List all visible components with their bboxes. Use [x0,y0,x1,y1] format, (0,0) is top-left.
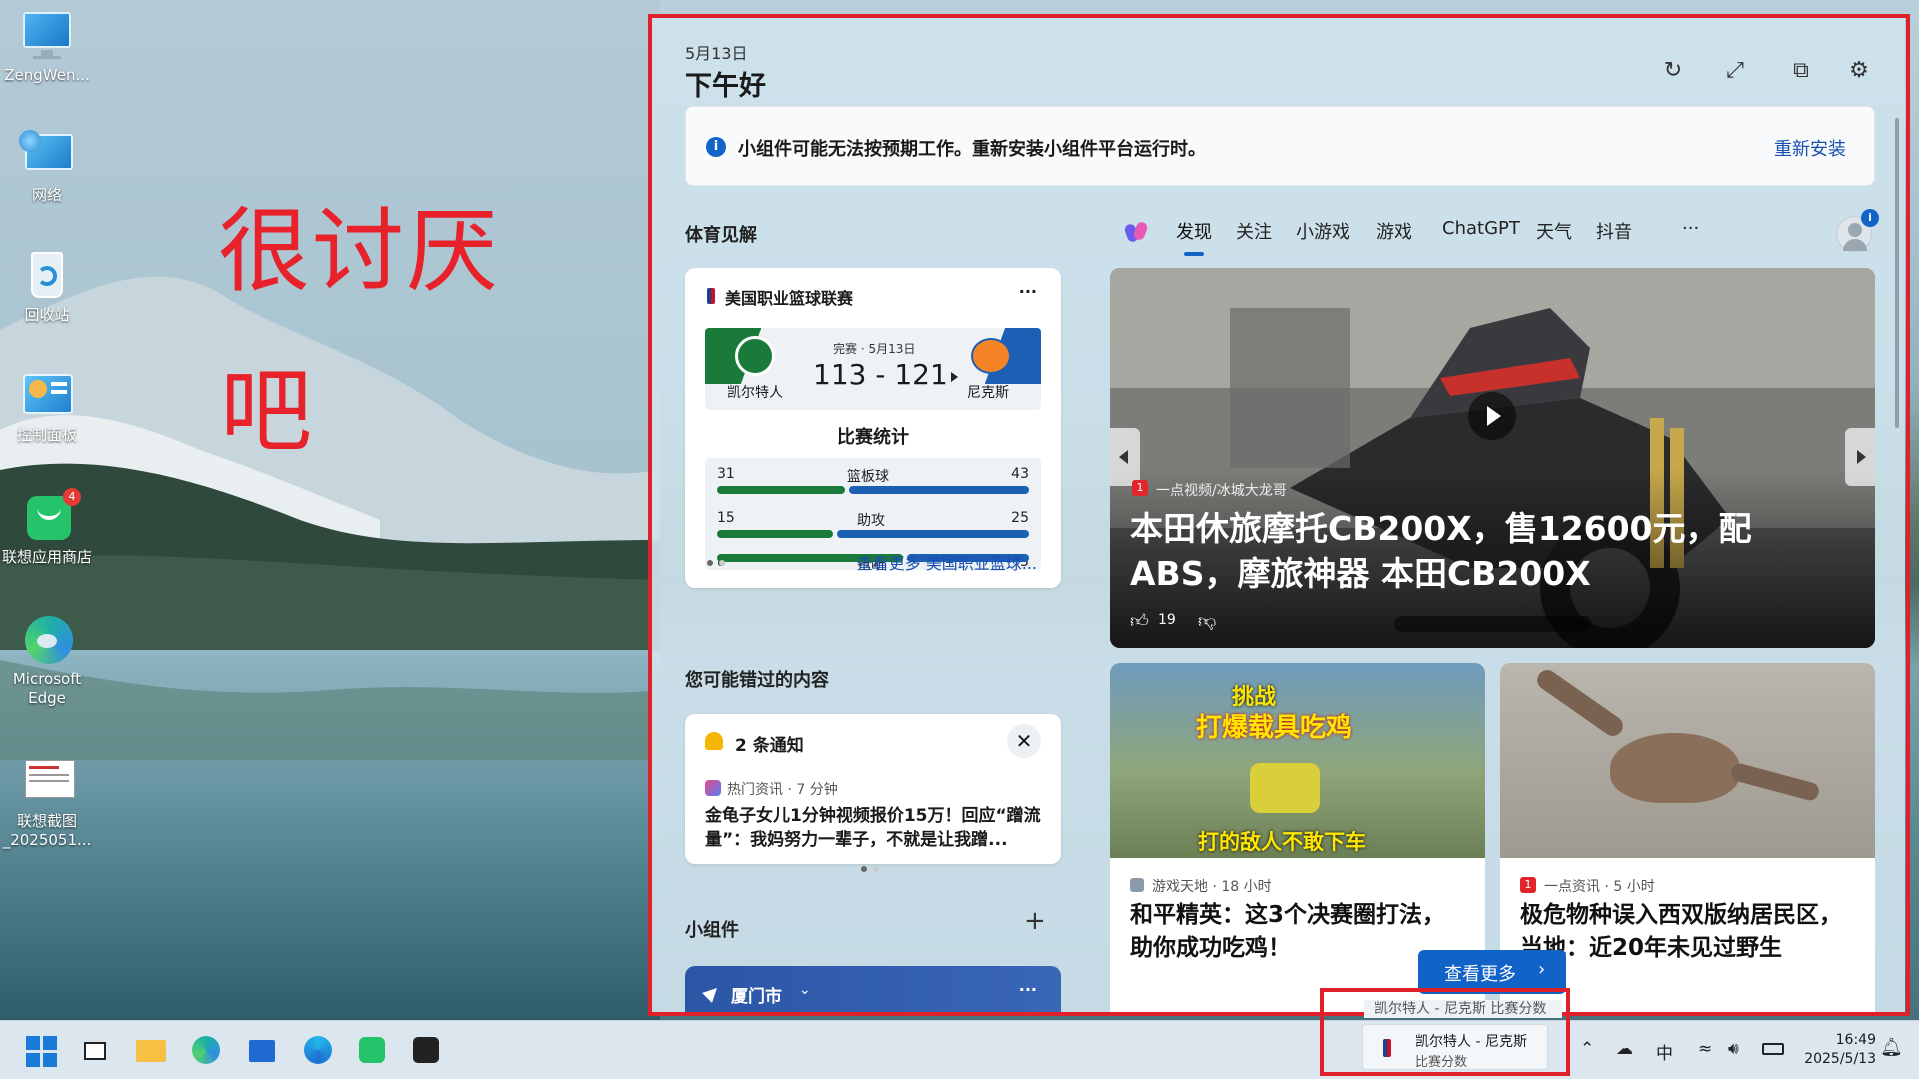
store-button[interactable] [246,1034,278,1066]
clock-time: 16:49 [1835,1032,1876,1048]
ime-indicator[interactable]: 中 [1656,1039,1673,1064]
desktop-icon-lenovo-store[interactable]: 4 联想应用商店 [0,488,97,567]
clock-date: 2025/5/13 [1804,1051,1876,1067]
ai-browser-button[interactable] [302,1034,334,1066]
edge-icon [192,1036,220,1064]
show-hidden-icons-button[interactable]: ⌃ [1580,1039,1594,1059]
desktop-icon-control-panel[interactable]: 控制面板 [0,370,97,445]
desktop-icon-label: 回收站 [24,306,70,324]
lenovo-store-taskbar-button[interactable] [356,1034,388,1066]
task-view-button[interactable] [80,1034,112,1066]
network-icon [19,130,75,182]
desktop-icon-label: ZengWen... [4,66,90,84]
volume-icon[interactable]: 🔊︎ [1728,1039,1739,1059]
edge-taskbar-button[interactable] [190,1034,222,1066]
lenovo-store-icon: 4 [19,488,81,544]
taskbar: ⌃ ☁ 中 ≈ 🔊︎ 16:49 2025/5/13 🔔︎ [0,1020,1919,1079]
annotation-text-line2: 吧 [220,358,315,465]
lenovo-store-icon [359,1037,385,1063]
desktop-icon-computer[interactable]: ZengWen... [0,10,97,85]
desktop-icon-label: 联想应用商店 [1,548,92,566]
highlight-box-popup [1320,988,1570,1076]
folder-icon [136,1040,166,1062]
recycle-bin-icon [19,250,75,302]
annotation-text-line1: 很讨厌 [218,198,501,305]
file-explorer-button[interactable] [134,1034,166,1066]
desktop-icon-screenshot[interactable]: 联想截图 _2025051... [0,756,97,850]
control-panel-icon [19,370,75,422]
ai-browser-icon [304,1036,332,1064]
task-view-icon [84,1042,106,1060]
desktop-icon-edge[interactable]: Microsoft Edge [0,614,97,708]
desktop-icon-label: 控制面板 [16,426,77,444]
desktop-icon-label: 联想截图 _2025051... [2,812,92,849]
desktop-icon-label: Microsoft Edge [12,670,82,707]
battery-icon[interactable] [1762,1043,1784,1055]
notification-bell-icon[interactable]: 🔔︎ [1880,1037,1903,1058]
document-thumbnail-icon [19,756,75,808]
edge-icon [19,614,75,666]
cloud-offline-icon[interactable]: ☁ [1616,1039,1633,1059]
windows-logo-icon [24,1034,57,1069]
desktop-icon-recycle-bin[interactable]: 回收站 [0,250,97,325]
start-button[interactable] [24,1034,57,1069]
app-button[interactable] [410,1034,442,1066]
highlight-box-panel [648,14,1910,1016]
desktop-icon-network[interactable]: 网络 [0,130,97,205]
monitor-icon [19,10,75,62]
clock[interactable]: 16:49 2025/5/13 [1796,1031,1876,1069]
notification-badge: 4 [63,488,81,506]
store-icon [249,1040,275,1062]
wifi-icon[interactable]: ≈ [1698,1039,1712,1059]
desktop-icon-label: 网络 [31,186,62,204]
cube-app-icon [413,1037,439,1063]
